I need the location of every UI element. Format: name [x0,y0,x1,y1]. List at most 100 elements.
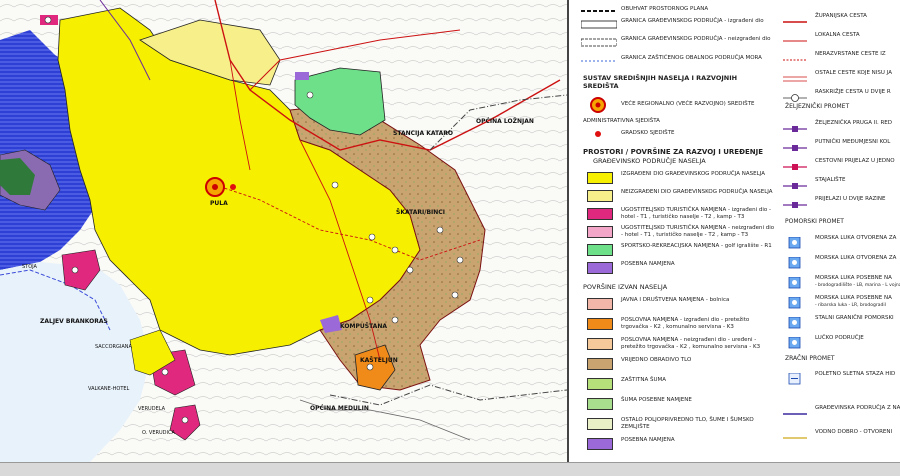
road-row: LOKALNA CESTA [777,29,900,49]
outside-zone-swatch [587,358,613,370]
label-verudica: O. VERUDICA [142,430,175,436]
city-seat-icon [230,184,236,190]
sea-label: MORSKA LUKA OTVORENA ZA [815,255,897,261]
legend-zones-subheader: GRAĐEVINSKO PODRUČJE NASELJA [593,157,706,165]
rail-icon [783,176,807,189]
misc-row: VODNO DOBRO - OTVORENI [777,426,900,446]
zone-swatch [587,208,613,220]
air-row: POLETNO SLETNA STAZA HID [777,368,900,388]
outside-zone-row: POSEBNA NAMJENA [569,436,779,454]
label-saccorgiana: SACCORGIANA [95,344,132,350]
road-icon [783,88,807,102]
zone-swatch [587,244,613,256]
sea-sublabel: - brodogradilište - LB, marina - L vojna… [815,283,900,288]
legend-panel-transport: ŽUPANIJSKA CESTA LOKALNA CESTA NERAZVRSTAN… [777,0,900,462]
road-icon [783,69,807,82]
label-valkane: VALKANE-HOTEL [88,386,130,392]
rail-row: CESTOVNI PRIJELAZ U JEDNO [777,155,900,175]
label-kompustana: KOMPUŠTANA [340,323,387,330]
horizontal-scrollbar[interactable] [0,462,900,476]
road-icon [783,50,807,61]
legend-sea-header: POMORSKI PROMET [785,218,844,225]
zone-row: IZGRAĐENI DIO GRAĐEVINSKOG PODRUČJA NASE… [569,170,779,188]
misc-icon [783,404,807,415]
sea-icon [783,274,807,289]
outside-zone-row: POSLOVNA NAMJENA - neizgrađeni dio - ure… [569,336,779,354]
sea-label: MORSKA LUKA POSEBNE NA [815,275,892,281]
rail-icon [783,138,807,151]
outside-zone-row: ŠUMA POSEBNE NAMJENE [569,396,779,414]
legend-rail-header: ŽELJEZNIČKI PROMET [785,103,850,110]
label-opcina-medulin: OPĆINA MEDULIN [310,405,369,412]
legend-unbuilt-boundary: GRANICA GRAĐEVINSKOG PODRUČJA - neizgrađ… [621,36,771,42]
label-opcina-loznjan: OPĆINA LOŽNJAN [476,118,534,125]
sea-icon [783,234,807,249]
sea-icon [783,254,807,269]
land-use-map[interactable]: PULA STANCIJA KATARO OPĆINA LOŽNJAN ŠKAT… [0,0,567,462]
sea-icon [783,314,807,329]
rail-icon [783,119,807,132]
air-icon [783,370,807,385]
legend-coastal-boundary: GRANICA ZAŠTIĆENOG OBALNOG PODRUČJA MORA [621,55,762,61]
zone-row: NEIZGRAĐENI DIO GRAĐEVINSKOG PODRUČJA NA… [569,188,779,206]
legend-settlements-header: SUSTAV SREDIŠNJIH NASELJA I RAZVOJNIH SR… [583,74,738,90]
misc-label: GRAĐEVINSKA PODRUČJA Z NASELJA PLANIRANA… [815,405,900,411]
zone-row: POSEBNA NAMJENA [569,260,779,278]
label-skatari: ŠKATARI/BINCI [396,209,445,216]
label-kasteljun: KAŠTELJUN [360,357,398,364]
sea-row: STALNI GRANIČNI POMORSKI [777,312,900,332]
legend-city-seat: GRADSKO SJEDIŠTE [621,130,675,136]
road-label: NERAZVRSTANE CESTE IZ [815,51,886,57]
sea-label: MORSKA LUKA OTVORENA ZA [815,235,897,241]
road-label: RASKRIŽJE CESTA U DVIJE R [815,89,891,95]
legend-zones-header: PROSTORI / POVRŠINE ZA RAZVOJ I UREĐENJE [583,148,763,156]
sea-row: LUČKO PODRUČJE [777,332,900,352]
legend-outside-header: POVRŠINE IZVAN NASELJA [583,283,668,291]
rail-label: PRIJELAZI U DVIJE RAZINE [815,196,886,202]
zone-label: IZGRAĐENI DIO GRAĐEVINSKOG PODRUČJA NASE… [621,171,765,177]
legend-plan-boundary: OBUHVAT PROSTORNOG PLANA [621,6,709,12]
rail-label: ŽELJEZNIČKA PRUGA II. RED [815,120,892,126]
outside-zone-label: POSLOVNA NAMJENA - izgrađeni dio - prete… [621,317,750,330]
sea-label: STALNI GRANIČNI POMORSKI [815,315,894,321]
road-label: OSTALE CESTE KOJE NISU JA [815,70,892,76]
outside-zone-row: OSTALO POLJOPRIVREDNO TLO, ŠUME I ŠUMSKO… [569,416,779,434]
outside-zone-swatch [587,398,613,410]
road-label: ŽUPANIJSKA CESTA [815,13,867,19]
zone-swatch [587,172,613,184]
legend-air-header: ZRAČNI PROMET [785,355,835,362]
zone-row: UGOSTITELJSKO TURISTIČKA NAMJENA - neizg… [569,224,779,242]
special-purpose-north [295,72,309,80]
sea-icon [783,294,807,309]
label-pula: PULA [210,200,228,207]
air-label: POLETNO SLETNA STAZA HID [815,371,896,377]
map-canvas [0,0,567,462]
zone-row: UGOSTITELJSKO TURISTIČKA NAMJENA - izgra… [569,206,779,224]
zone-label: SPORTSKO-REKREACIJSKA NAMJENA - golf igr… [621,243,772,249]
outside-zone-row: JAVNA I DRUŠTVENA NAMJENA - bolnica [569,296,779,314]
outside-zone-row: POSLOVNA NAMJENA - izgrađeni dio - prete… [569,316,779,334]
rail-row: STAJALIŠTE [777,174,900,194]
rail-icon [783,157,807,170]
outside-zone-swatch [587,318,613,330]
sea-sublabel: - ribarska luka - LR, brodogradil [815,303,886,308]
legend-admin-seat: ADMINISTRATIVNA SJEDIŠTA [583,118,660,124]
zone-label: NEIZGRAĐENI DIO GRAĐEVINSKOG PODRUČJA NA… [621,189,773,195]
misc-label: VODNO DOBRO - OTVORENI [815,429,893,435]
outside-zone-swatch [587,418,613,430]
road-row: ŽUPANIJSKA CESTA [777,10,900,30]
outside-zone-swatch [587,378,613,390]
sea-label: MORSKA LUKA POSEBNE NA [815,295,892,301]
outside-zone-swatch [587,298,613,310]
sea-row: MORSKA LUKA POSEBNE NA - brodogradilište … [777,272,900,292]
zone-swatch [587,262,613,274]
rail-label: CESTOVNI PRIJELAZ U JEDNO [815,158,895,164]
road-row: OSTALE CESTE KOJE NISU JA [777,67,900,87]
road-label: LOKALNA CESTA [815,32,860,38]
sea-row: MORSKA LUKA OTVORENA ZA [777,252,900,272]
outside-zone-label: ŠUMA POSEBNE NAMJENE [621,397,692,403]
rail-label: STAJALIŠTE [815,177,846,183]
misc-icon [783,428,807,439]
label-stoja: STOJA [22,264,37,270]
rail-row: PUTNIČKI MEĐUMJESNI KOL [777,136,900,156]
